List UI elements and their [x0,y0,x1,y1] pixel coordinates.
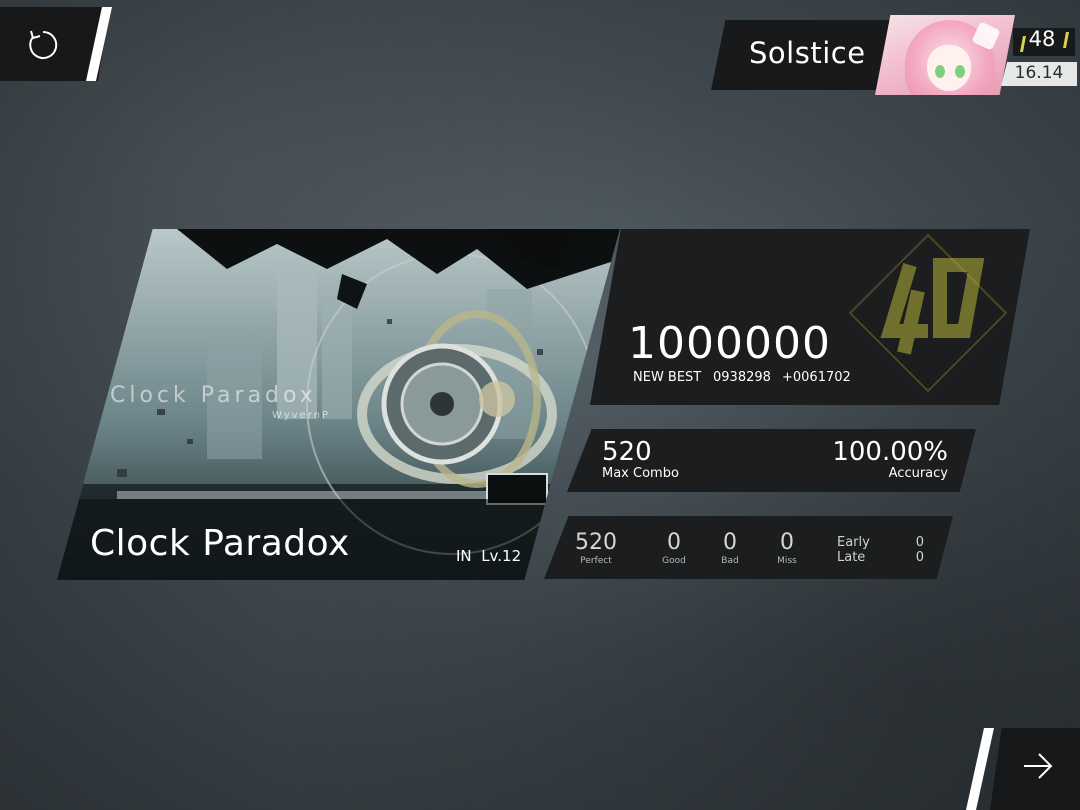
arrow-right-icon[interactable] [1022,752,1054,780]
good-label: Good [662,556,686,566]
art-song-artist: WyvernP [272,410,331,421]
player-rks: 16.14 [1014,63,1064,83]
miss-label: Miss [777,556,797,566]
song-title: Clock Paradox [90,523,350,564]
early-label: Early [837,535,870,550]
late-label: Late [837,550,866,565]
perfect-label: Perfect [580,556,612,566]
accuracy-label: Accuracy [888,466,948,481]
retry-button-slash [86,7,112,81]
phi-rank-icon [848,233,1008,393]
player-avatar[interactable] [875,15,1015,95]
difficulty-name: IN [456,547,472,565]
song-difficulty: IN Lv.12 [456,547,521,565]
player-name: Solstice [749,36,866,70]
good-count: 0 [667,530,681,555]
score-delta: +0061702 [782,370,851,385]
previous-best-score: 0938298 [713,370,771,385]
player-level: 48 [1028,27,1056,51]
late-count: 0 [915,550,924,565]
accuracy-value: 100.00% [832,437,948,467]
difficulty-level: Lv.12 [481,547,522,565]
miss-count: 0 [780,530,794,555]
new-best-label: NEW BEST [633,370,702,385]
retry-icon[interactable] [25,27,61,63]
bad-count: 0 [723,530,737,555]
early-count: 0 [915,535,924,550]
next-button-slash [966,728,994,810]
perfect-count: 520 [575,530,617,555]
max-combo-value: 520 [602,437,652,467]
max-combo-label: Max Combo [602,466,679,481]
bad-label: Bad [721,556,739,566]
score-value: 1000000 [628,318,831,369]
art-song-title: Clock Paradox [110,383,317,408]
